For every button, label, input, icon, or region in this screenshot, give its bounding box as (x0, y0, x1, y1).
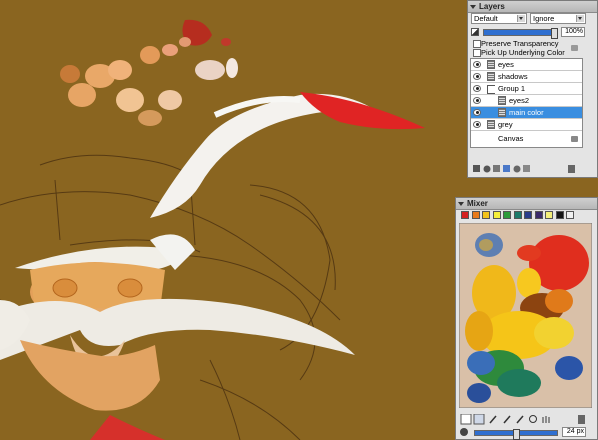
layer-commands-icon[interactable] (473, 165, 480, 172)
new-layer-icon[interactable] (513, 165, 521, 173)
chevron-down-icon (517, 15, 525, 22)
brush-size-field[interactable]: 24 px (562, 427, 586, 437)
brush-size-thumb[interactable] (513, 429, 520, 440)
brush-size-icon (460, 428, 468, 436)
brush-size-value: 24 px (566, 428, 584, 435)
layers-panel-titlebar[interactable]: Layers (468, 1, 597, 13)
new-mask-icon[interactable] (523, 165, 530, 172)
color-swatch[interactable] (482, 211, 490, 219)
layer-name: Canvas (498, 134, 524, 143)
opacity-value-field[interactable]: 100% (561, 27, 585, 37)
visibility-eye-icon[interactable] (473, 73, 481, 80)
color-swatch[interactable] (503, 211, 511, 219)
layer-row-group-1[interactable]: Group 1 (471, 83, 582, 95)
opacity-value: 100% (565, 28, 583, 35)
collapse-arrow-icon[interactable] (458, 201, 464, 206)
group-folder-icon (487, 85, 495, 94)
apply-color-icon[interactable] (473, 413, 485, 425)
mixer-pad[interactable] (459, 223, 592, 408)
color-swatch[interactable] (524, 211, 532, 219)
lock-icon (571, 136, 578, 142)
dynamic-plugins-icon[interactable] (483, 165, 491, 173)
mixer-panel-title: Mixer (467, 199, 488, 208)
layer-name: grey (498, 120, 513, 129)
layer-row-eyes[interactable]: eyes (471, 59, 582, 71)
layer-icon (487, 60, 495, 69)
color-swatch[interactable] (461, 211, 469, 219)
chevron-down-icon (576, 15, 584, 22)
mask-icon[interactable] (493, 165, 500, 172)
opacity-slider[interactable] (483, 28, 558, 39)
layer-name: eyes2 (509, 96, 530, 105)
layer-row-canvas[interactable]: Canvas (471, 133, 582, 145)
preserve-transparency-checkbox[interactable] (473, 40, 481, 48)
pick-up-color-checkbox[interactable] (473, 49, 481, 57)
layer-row-grey[interactable]: grey (471, 119, 582, 131)
mixer-tools-row (459, 413, 592, 425)
layer-name: main color (509, 108, 544, 117)
layers-toolbar (470, 162, 583, 175)
layer-row-main-color[interactable]: main color (471, 107, 582, 119)
clear-icon[interactable] (578, 415, 585, 424)
visibility-eye-icon[interactable] (473, 61, 481, 68)
layer-name: shadows (498, 72, 528, 81)
sample-multiple-icon[interactable] (516, 415, 524, 424)
layer-icon (498, 96, 506, 105)
depth-method-value: Ignore (533, 14, 555, 23)
mixer-panel-titlebar[interactable]: Mixer (456, 198, 597, 210)
opacity-slider-thumb[interactable] (551, 28, 558, 39)
trash-icon[interactable] (568, 165, 575, 173)
composite-method-dropdown[interactable]: Default (471, 13, 527, 24)
visibility-eye-icon[interactable] (473, 109, 481, 116)
color-swatch[interactable] (513, 211, 522, 219)
layer-row-shadows[interactable]: shadows (471, 71, 582, 83)
composite-method-value: Default (474, 14, 498, 23)
color-swatch[interactable] (545, 211, 553, 219)
visibility-eye-icon[interactable] (473, 85, 481, 92)
layer-icon (498, 108, 506, 117)
color-swatch[interactable] (566, 211, 574, 219)
layer-icon (487, 72, 495, 81)
lock-icon[interactable] (571, 45, 578, 51)
color-swatch[interactable] (555, 211, 564, 219)
layer-name: Group 1 (498, 84, 526, 93)
new-group-icon[interactable] (503, 165, 510, 172)
mix-color-icon[interactable] (489, 415, 497, 424)
pick-up-color-label: Pick Up Underlying Color (481, 48, 565, 57)
layer-row-eyes2[interactable]: eyes2 (471, 95, 582, 107)
depth-method-dropdown[interactable]: Ignore (530, 13, 586, 24)
layer-icon (487, 120, 495, 129)
color-swatch[interactable] (492, 211, 501, 219)
color-swatch[interactable] (471, 211, 480, 219)
layer-name: eyes (498, 60, 514, 69)
pan-icon[interactable] (542, 416, 550, 423)
visibility-eye-icon[interactable] (473, 121, 481, 128)
color-swatch[interactable] (534, 211, 543, 219)
visibility-eye-icon[interactable] (473, 97, 481, 104)
preserve-transparency-label: Preserve Transparency (481, 39, 559, 48)
opacity-icon (471, 28, 479, 36)
zoom-icon[interactable] (529, 415, 537, 423)
dirty-brush-icon[interactable] (460, 413, 472, 425)
brush-size-slider[interactable] (474, 429, 558, 440)
layers-panel-title: Layers (479, 2, 505, 11)
collapse-arrow-icon[interactable] (470, 4, 476, 9)
sample-color-icon[interactable] (503, 415, 511, 424)
